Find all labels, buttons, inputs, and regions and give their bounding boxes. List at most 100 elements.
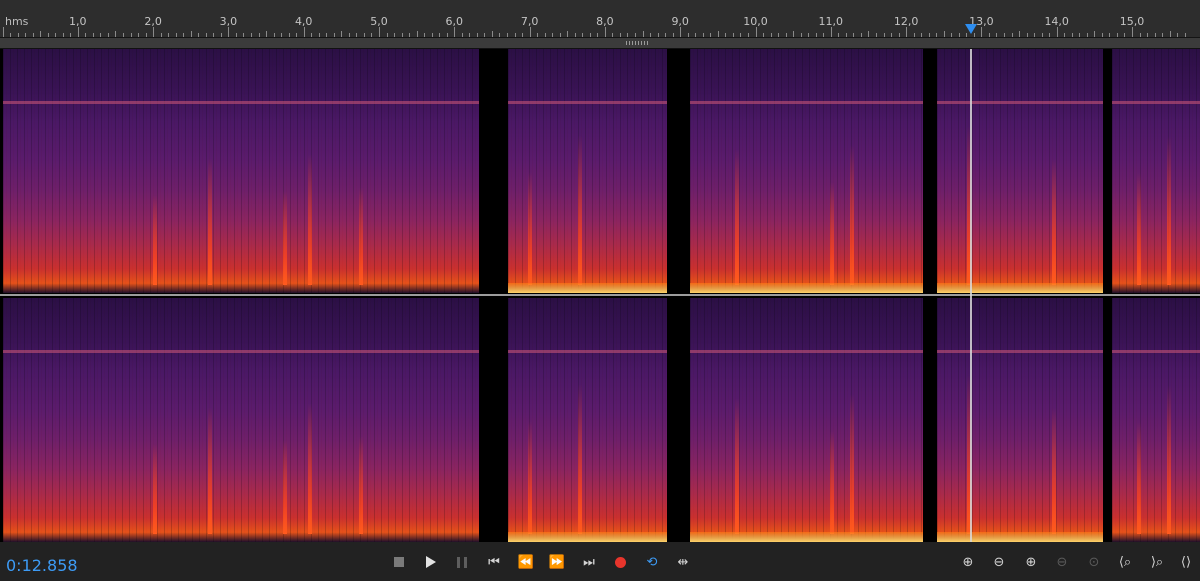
ruler-tick [55, 33, 57, 37]
ruler-tick [958, 33, 960, 37]
spectrogram-clip[interactable] [937, 298, 1103, 542]
playhead-marker[interactable] [964, 24, 977, 34]
pause-button[interactable] [452, 552, 472, 572]
ruler-tick [92, 33, 94, 37]
record-button[interactable] [610, 552, 630, 572]
zoom-in-point-icon: ⟨⌕ [1118, 554, 1132, 570]
ruler-tick [491, 31, 493, 37]
spectrogram-texture [690, 298, 923, 542]
go-to-end-button[interactable]: ⏭ [579, 552, 599, 572]
ruler-tick [665, 33, 667, 37]
ruler-tick [1101, 33, 1103, 37]
zoom-in-time-button[interactable]: ⊕ [1021, 552, 1041, 572]
zoom-out-time-button[interactable]: ⊖ [1052, 552, 1072, 572]
spectrogram-clip[interactable] [690, 298, 923, 542]
ruler-tick [1003, 33, 1005, 37]
ruler-tick [424, 33, 426, 37]
channel-2-spectrogram[interactable] [0, 298, 1200, 542]
ruler-tick [205, 33, 207, 37]
current-time-display[interactable]: 0:12.858 [6, 556, 78, 575]
loop-button[interactable]: ⟲ [642, 552, 662, 572]
go-to-start-button[interactable]: ⏮ [484, 552, 504, 572]
ruler-tick [1086, 33, 1088, 37]
ruler-tick [1019, 31, 1021, 37]
ruler-tick [717, 31, 719, 37]
ruler-tick [830, 27, 832, 37]
zoom-in-point-button[interactable]: ⟨⌕ [1115, 552, 1135, 572]
ruler-tick [318, 33, 320, 37]
ruler-tick [906, 27, 908, 37]
time-ruler[interactable]: hms 1,0 2,0 3,0 4,0 5,0 6,0 7,0 8,0 9,0 10,0 11,0 1… [0, 0, 1200, 38]
skip-selection-button[interactable]: ⇹ [673, 552, 693, 572]
ruler-tick [815, 33, 817, 37]
ruler-tick [25, 33, 27, 37]
playhead-line[interactable] [969, 49, 972, 542]
ruler-tick [1056, 27, 1058, 37]
ruler-tick [522, 33, 524, 37]
ruler-tick [446, 33, 448, 37]
ruler-tick [371, 33, 373, 37]
ruler-tick [514, 33, 516, 37]
ruler-tick [183, 33, 185, 37]
energy-streak [578, 135, 582, 285]
overview-scrollbar[interactable] [0, 38, 1200, 49]
spectrogram-clip[interactable] [508, 49, 667, 293]
spectrogram-clip[interactable] [3, 298, 479, 542]
ruler-tick [1079, 33, 1081, 37]
ruler-tick [687, 33, 689, 37]
spectrogram-clip[interactable] [690, 49, 923, 293]
ruler-tick [281, 33, 283, 37]
ruler-tick [853, 33, 855, 37]
ruler-tick [574, 33, 576, 37]
ruler-tick [153, 27, 155, 37]
ruler-tick [10, 33, 12, 37]
spectrogram-texture [937, 298, 1103, 542]
ruler-tick [476, 33, 478, 37]
ruler-tick [1094, 31, 1096, 37]
ruler-tick [529, 27, 531, 37]
ruler-tick [333, 33, 335, 37]
stop-button[interactable] [389, 552, 409, 572]
ruler-tick [672, 33, 674, 37]
ruler-tick [296, 33, 298, 37]
ruler-tick [250, 33, 252, 37]
record-icon [614, 556, 626, 568]
spectrogram-clip[interactable] [1112, 298, 1200, 542]
ruler-tick [823, 33, 825, 37]
energy-streak [208, 407, 212, 534]
zoom-out-full-button[interactable]: ⟩⌕ [1147, 552, 1167, 572]
ruler-tick [740, 33, 742, 37]
ruler-tick [1147, 33, 1149, 37]
play-icon [426, 556, 436, 568]
zoom-out-amplitude-button[interactable]: ⊖ [989, 552, 1009, 572]
ruler-tick [1041, 33, 1043, 37]
ruler-tick [431, 33, 433, 37]
frequency-band [508, 101, 667, 104]
spectrogram-clip[interactable] [1112, 49, 1200, 293]
energy-streak [153, 444, 157, 534]
ruler-tick [311, 33, 313, 37]
spectrogram-clip[interactable] [508, 298, 667, 542]
ruler-tick [130, 33, 132, 37]
frequency-band [937, 350, 1103, 353]
rewind-button[interactable]: ⏪ [516, 552, 536, 572]
ruler-tick [461, 33, 463, 37]
spectral-frequency-display[interactable] [0, 49, 1200, 542]
zoom-in-amplitude-button[interactable]: ⊕ [958, 552, 978, 572]
scrollbar-grip[interactable] [626, 41, 650, 45]
channel-1-spectrogram[interactable] [0, 49, 1200, 293]
ruler-tick [891, 33, 893, 37]
fast-forward-button[interactable]: ⏩ [547, 552, 567, 572]
ruler-tick [875, 33, 877, 37]
ruler-tick [582, 33, 584, 37]
spectrogram-clip[interactable] [937, 49, 1103, 293]
energy-streak [283, 191, 287, 285]
ruler-tick [604, 27, 606, 37]
spectrogram-clip[interactable] [3, 49, 479, 293]
ruler-tick [213, 33, 215, 37]
frequency-band [1112, 350, 1200, 353]
play-button[interactable] [421, 552, 441, 572]
ruler-tick [32, 33, 34, 37]
zoom-to-selection-button[interactable]: ⟨⟩ [1176, 552, 1196, 572]
zoom-reset-button[interactable]: ⊙ [1084, 552, 1104, 572]
